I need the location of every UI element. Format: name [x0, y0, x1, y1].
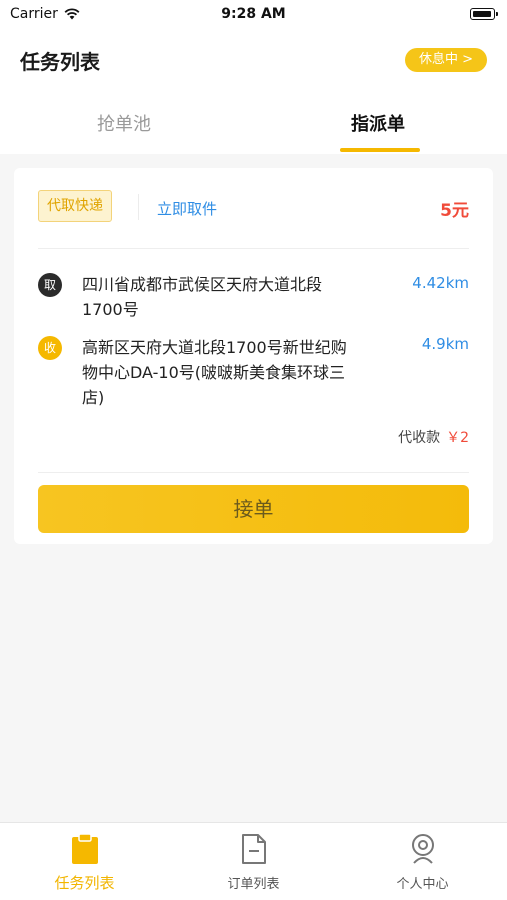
- divider: [38, 248, 469, 249]
- tabbar-label: 个人中心: [396, 877, 449, 892]
- bottom-tab-bar: 任务列表 订单列表 个人中心: [0, 822, 507, 900]
- order-card[interactable]: 代取快递 立即取件 5元 取 四川省成都市武侯区天府大道北段1700号 4.42…: [14, 168, 493, 544]
- rest-status-button[interactable]: 休息中 >: [404, 48, 487, 72]
- order-type-tag: 代取快递: [38, 190, 112, 222]
- delivery-badge-icon: 收: [38, 336, 62, 360]
- cod-info: 代收款 ￥2: [398, 427, 469, 447]
- status-time: 9:28 AM: [221, 6, 286, 22]
- tab-bar-top: 抢单池 指派单: [0, 90, 507, 154]
- cod-amount: ￥2: [446, 430, 469, 446]
- tabbar-item-profile[interactable]: 个人中心: [338, 823, 507, 900]
- tabbar-item-orders[interactable]: 订单列表: [169, 823, 338, 900]
- person-icon: [411, 834, 434, 864]
- clipboard-icon: [71, 833, 98, 864]
- pickup-distance: 4.42km: [412, 274, 469, 292]
- delivery-distance: 4.9km: [421, 335, 469, 353]
- divider: [138, 194, 139, 220]
- tab-active-indicator: [340, 148, 420, 152]
- header: 任务列表 休息中 >: [0, 30, 507, 90]
- divider: [38, 472, 469, 473]
- tabbar-item-tasks[interactable]: 任务列表: [0, 823, 169, 900]
- cod-label: 代收款: [398, 430, 441, 446]
- tab-assigned[interactable]: 指派单: [351, 110, 405, 136]
- delivery-address: 高新区天府大道北段1700号新世纪购物中心DA-10号(啵啵斯美食集环球三店): [82, 338, 347, 407]
- document-icon: [241, 834, 266, 864]
- accept-order-button[interactable]: 接单: [38, 485, 469, 533]
- tab-grab-pool[interactable]: 抢单池: [97, 110, 151, 136]
- pickup-address: 四川省成都市武侯区天府大道北段1700号: [82, 275, 323, 319]
- status-bar: Carrier 9:28 AM: [0, 0, 507, 30]
- tabbar-label: 订单列表: [227, 877, 280, 892]
- page-title: 任务列表: [20, 50, 100, 74]
- tabbar-label: 任务列表: [54, 874, 115, 892]
- battery-icon: [470, 8, 498, 20]
- pickup-now-link[interactable]: 立即取件: [157, 198, 217, 219]
- pickup-badge-icon: 取: [38, 273, 62, 297]
- order-price: 5元: [440, 201, 469, 221]
